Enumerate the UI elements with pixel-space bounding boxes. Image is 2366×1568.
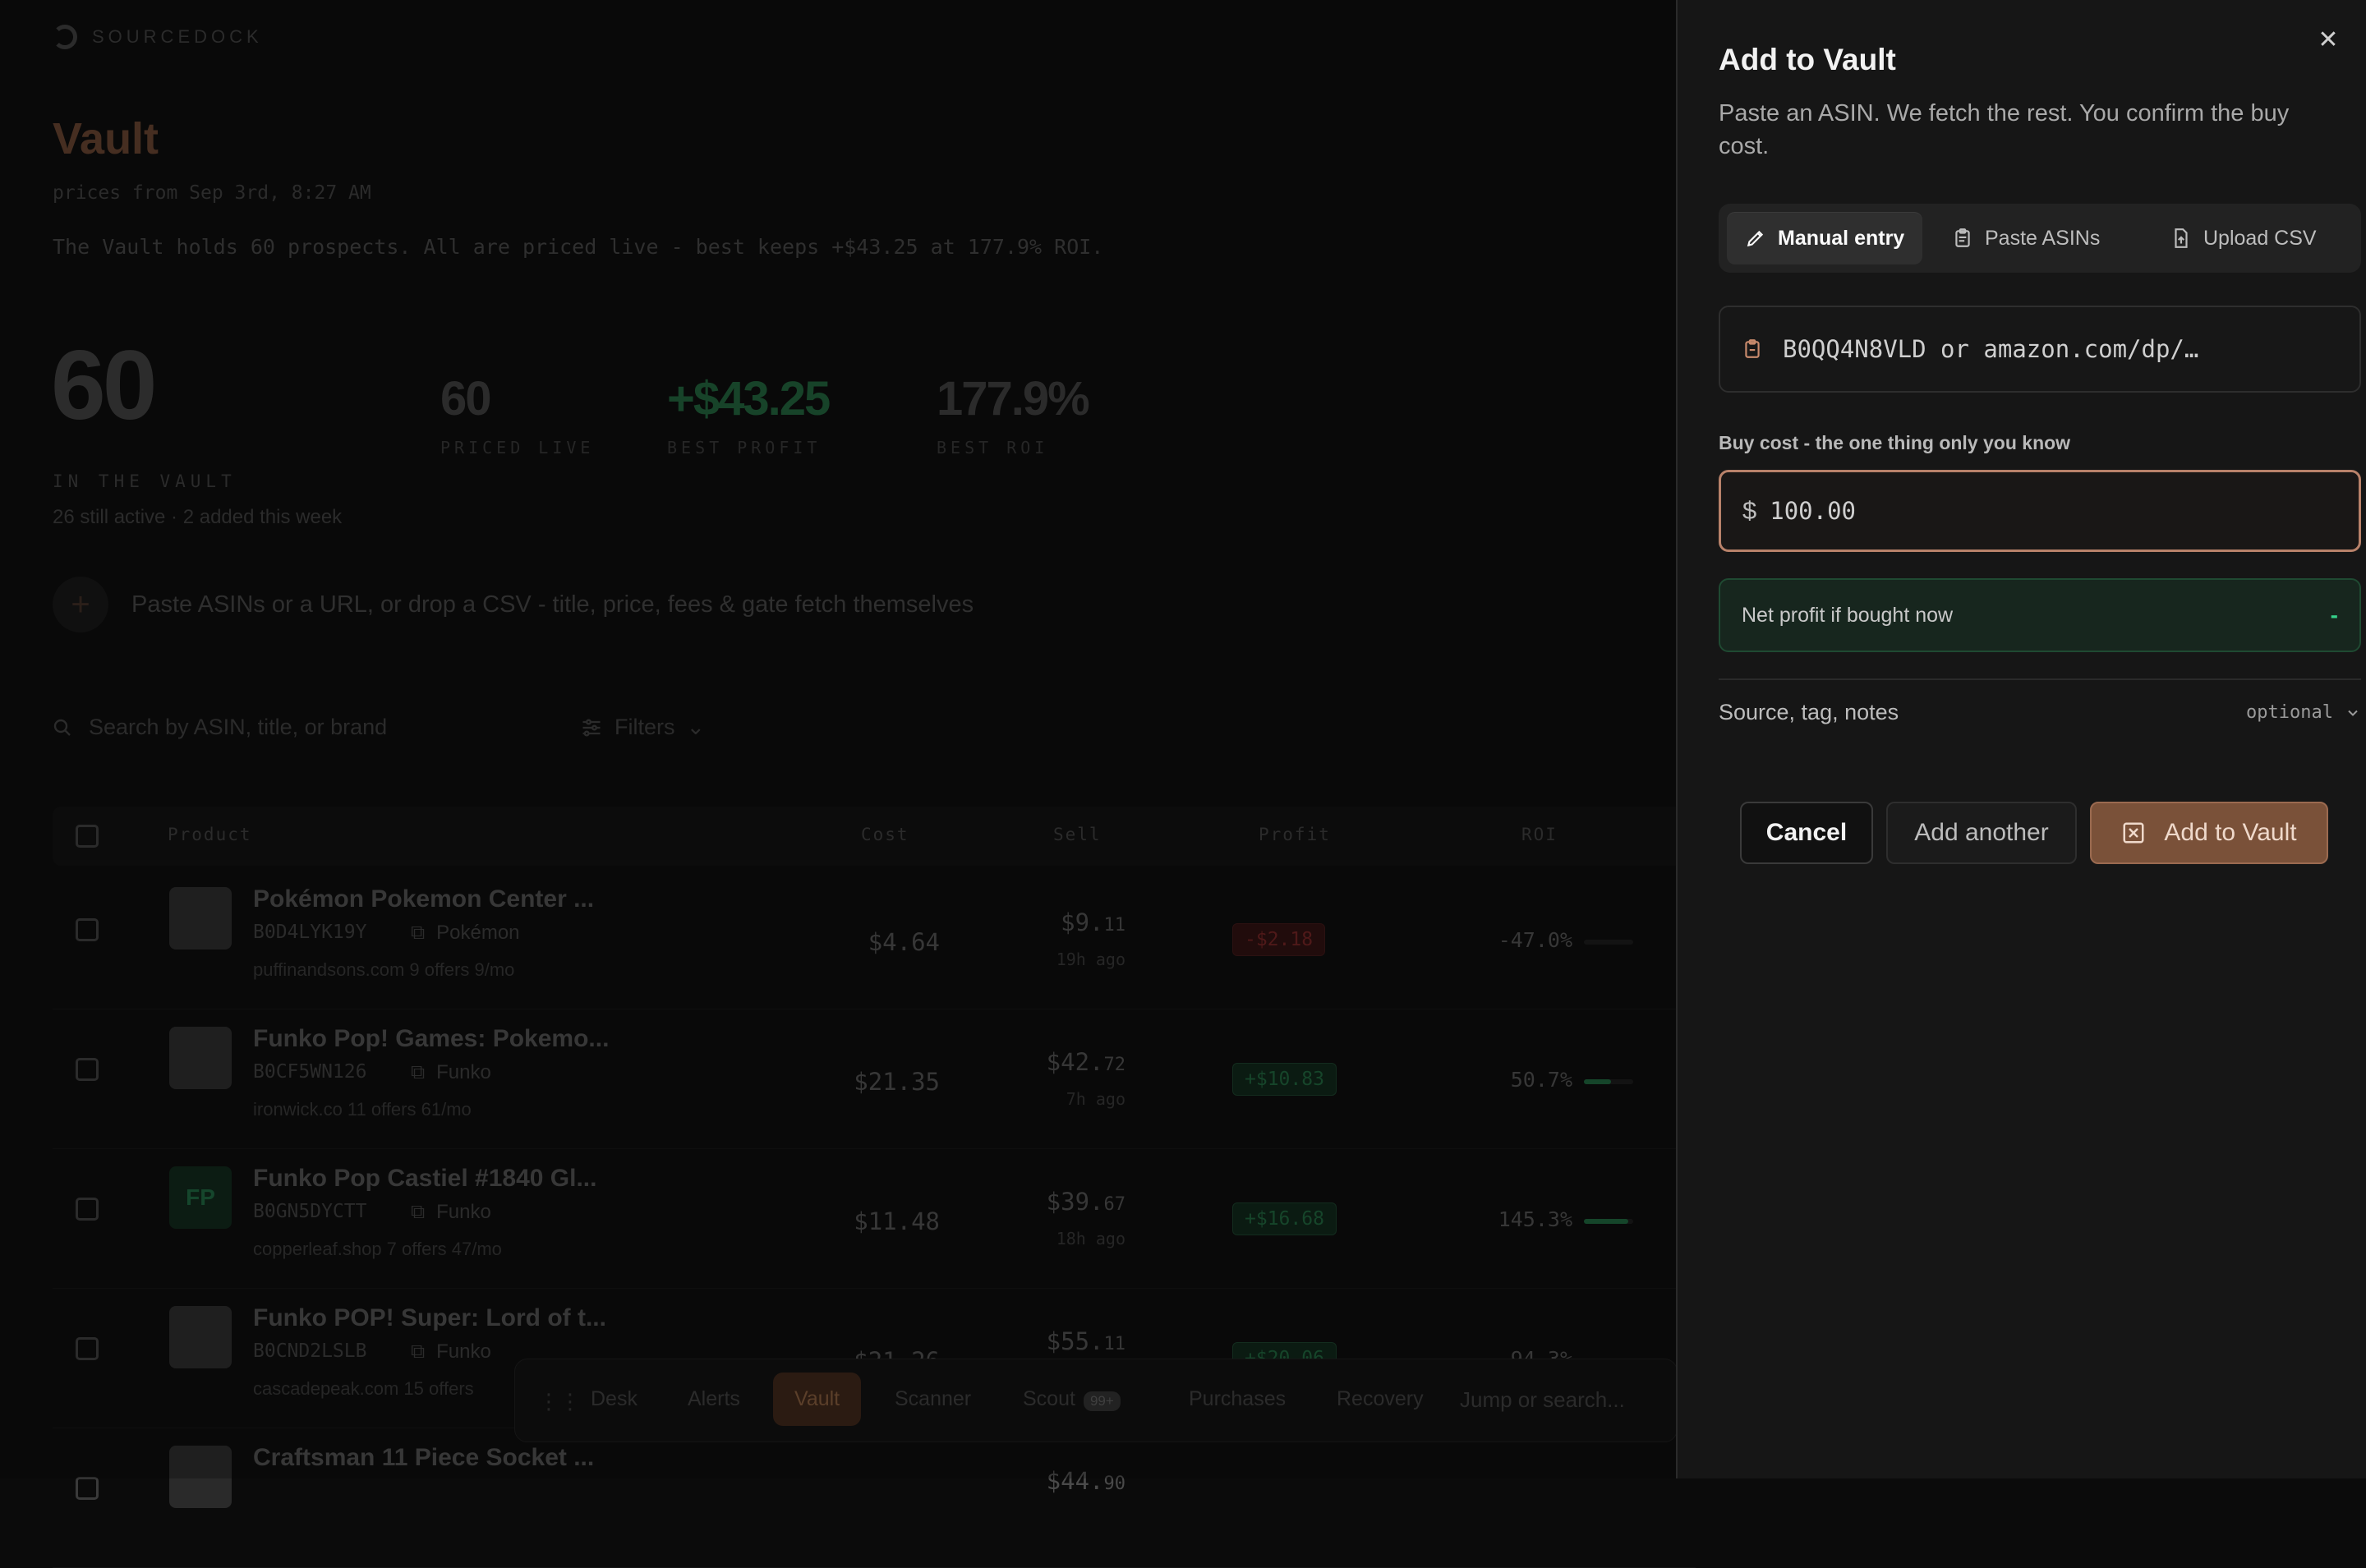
cancel-button[interactable]: Cancel bbox=[1740, 802, 1873, 864]
buy-cost-input[interactable] bbox=[1768, 496, 2337, 526]
net-profit-value: - bbox=[2330, 602, 2338, 628]
divider bbox=[1719, 678, 2361, 680]
currency-symbol: $ bbox=[1742, 496, 1757, 525]
clipboard-paste-icon bbox=[1745, 339, 1760, 358]
tab-label: Manual entry bbox=[1778, 226, 1905, 250]
buy-cost-field[interactable]: $ bbox=[1719, 470, 2361, 552]
close-icon[interactable]: ✕ bbox=[2313, 25, 2343, 54]
source-tag-notes-toggle[interactable]: Source, tag, notes optional bbox=[1719, 700, 2361, 725]
chevron-down-icon bbox=[2348, 710, 2358, 716]
asin-field[interactable] bbox=[1719, 306, 2361, 393]
vault-page: SOURCEDOCK Vault prices from Sep 3rd, 8:… bbox=[0, 0, 1696, 1568]
asin-input[interactable] bbox=[1781, 334, 2338, 364]
pencil-icon bbox=[1747, 230, 1764, 247]
row-checkbox[interactable] bbox=[76, 1477, 99, 1500]
tab-label: Paste ASINs bbox=[1985, 226, 2101, 250]
vault-box-icon bbox=[2123, 822, 2144, 844]
add-to-vault-button[interactable]: Add to Vault bbox=[2090, 802, 2328, 864]
clipboard-icon bbox=[1955, 228, 1970, 247]
buy-cost-label: Buy cost - the one thing only you know bbox=[1719, 432, 2071, 453]
add-to-vault-label: Add to Vault bbox=[2164, 819, 2297, 846]
net-profit-box: Net profit if bought now - bbox=[1719, 578, 2361, 652]
drawer-title: Add to Vault bbox=[1719, 43, 1896, 76]
tab-upload-csv[interactable]: Upload CSV bbox=[2152, 212, 2335, 264]
optional-hint: optional bbox=[2246, 702, 2333, 723]
add-another-button[interactable]: Add another bbox=[1886, 802, 2077, 864]
add-to-vault-drawer: ✕ Add to Vault Paste an ASIN. We fetch t… bbox=[1676, 0, 2366, 1478]
options-label: Source, tag, notes bbox=[1719, 700, 1899, 724]
drawer-subtitle: Paste an ASIN. We fetch the rest. You co… bbox=[1719, 100, 2290, 159]
tab-manual-entry[interactable]: Manual entry bbox=[1727, 212, 1923, 264]
modal-backdrop[interactable] bbox=[0, 0, 1676, 1478]
tab-label: Upload CSV bbox=[2203, 226, 2317, 250]
file-upload-icon bbox=[2175, 228, 2188, 248]
entry-mode-tabs: Manual entry Paste ASINs Upload CSV bbox=[1719, 204, 2361, 273]
net-profit-label: Net profit if bought now bbox=[1742, 603, 1954, 627]
tab-paste-asins[interactable]: Paste ASINs bbox=[1934, 212, 2118, 264]
